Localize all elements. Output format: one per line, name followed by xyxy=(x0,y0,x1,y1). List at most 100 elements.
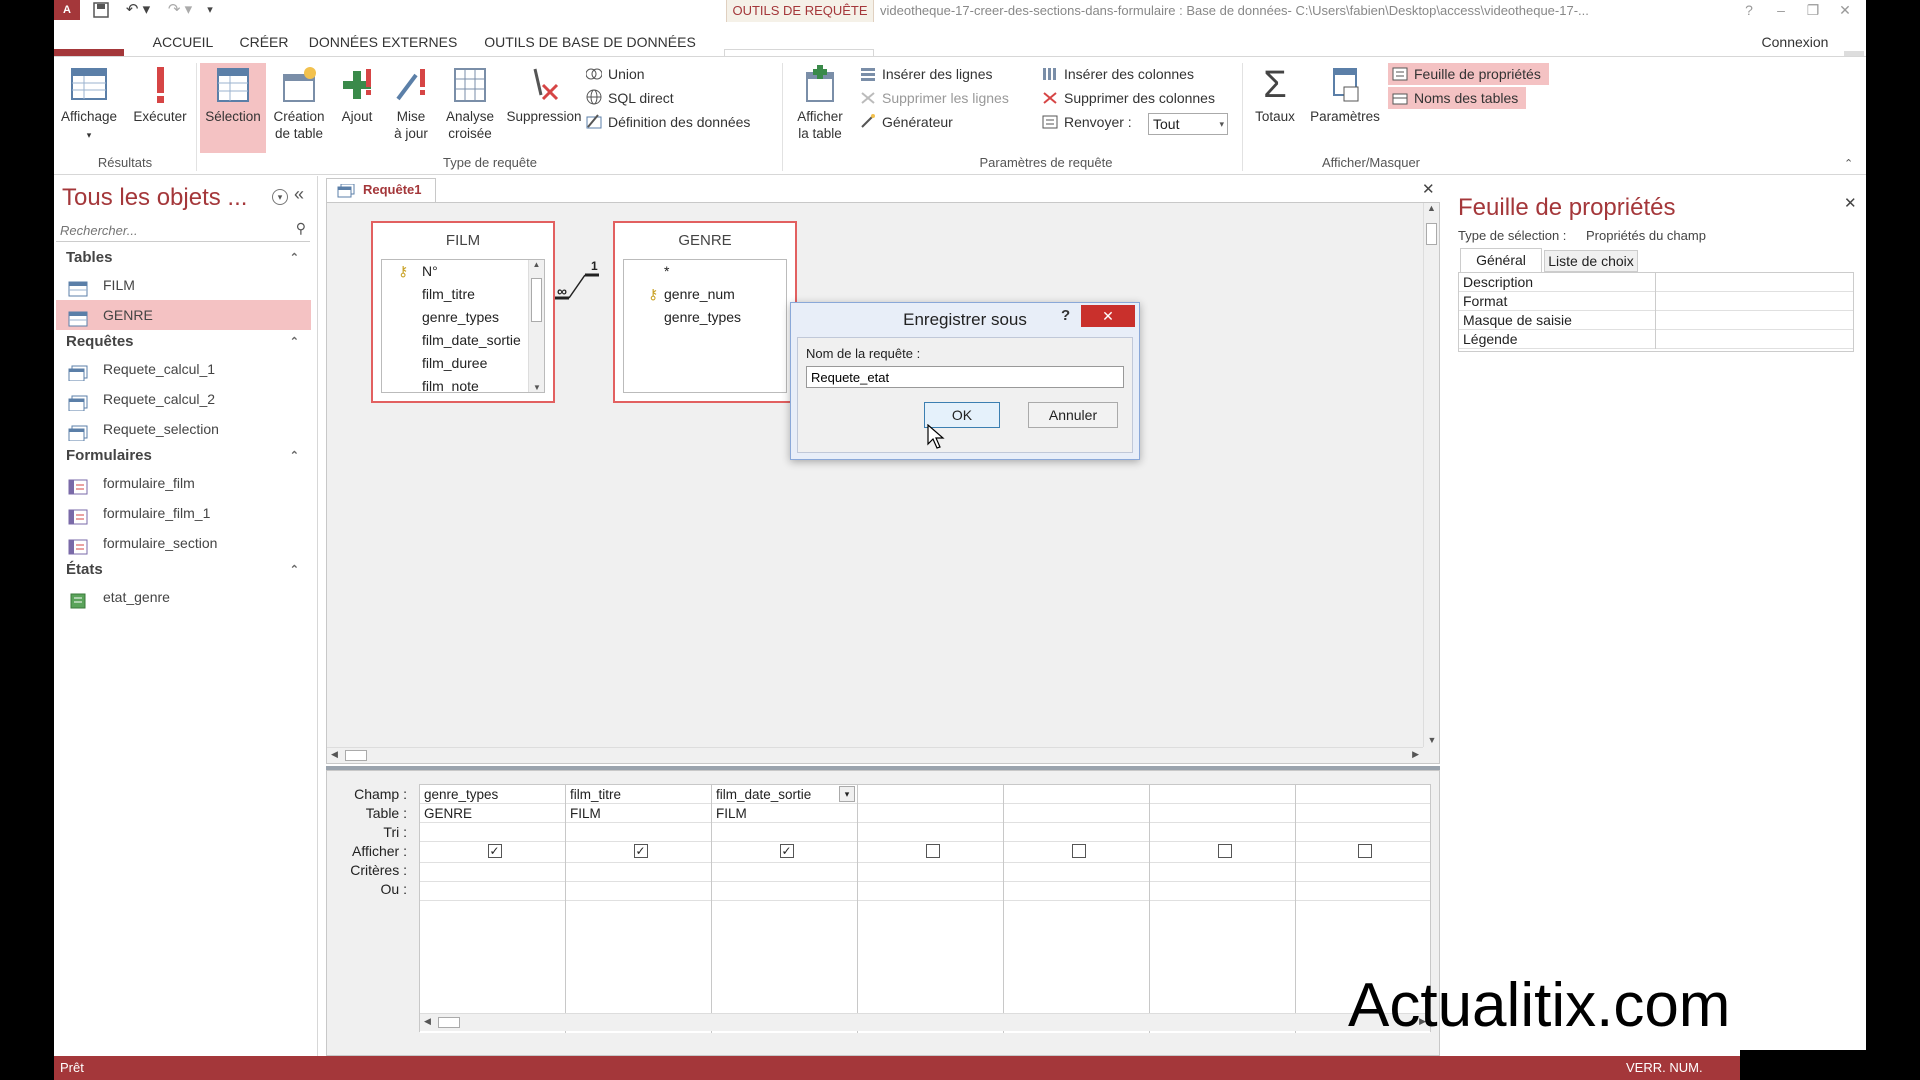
grid-cell-champ[interactable]: film_titre xyxy=(566,785,711,804)
grid-cell-ou[interactable] xyxy=(420,882,565,901)
dialog-help-icon[interactable]: ? xyxy=(1061,307,1070,324)
grid-cell-table[interactable] xyxy=(858,804,1003,823)
tab-creer[interactable]: CRÉER xyxy=(234,27,294,57)
tab-requete1[interactable]: Requête1 xyxy=(326,178,436,202)
supprimer-colonnes-button[interactable]: Supprimer des colonnes xyxy=(1042,87,1215,109)
nav-section-formulaires[interactable]: Formulaires ⌃ xyxy=(56,444,311,468)
definition-donnees-button[interactable]: Définition des données xyxy=(586,111,750,133)
grid-cell-tri[interactable] xyxy=(712,823,857,842)
afficher-checkbox[interactable] xyxy=(925,844,940,858)
horizontal-scrollbar[interactable]: ◀ ▶ xyxy=(327,747,1423,763)
scroll-up-icon[interactable]: ▲ xyxy=(1424,203,1439,213)
field-item[interactable]: film_date_sortie xyxy=(382,329,544,352)
grid-column[interactable] xyxy=(1150,785,1296,1033)
field-item[interactable]: film_duree xyxy=(382,352,544,375)
noms-tables-button[interactable]: Noms des tables xyxy=(1388,87,1527,109)
renvoyer-select[interactable]: Tout ▾ xyxy=(1148,113,1228,135)
grid-cell-tri[interactable] xyxy=(1004,823,1149,842)
grid-cell-table[interactable] xyxy=(1150,804,1295,823)
property-row[interactable]: Format xyxy=(1459,292,1853,311)
inserer-colonnes-button[interactable]: Insérer des colonnes xyxy=(1042,63,1194,85)
grid-cell-criteres[interactable] xyxy=(566,863,711,882)
help-icon[interactable]: ? xyxy=(1734,0,1764,20)
sign-in-link[interactable]: Connexion xyxy=(1750,27,1840,57)
afficher-checkbox[interactable] xyxy=(1217,844,1232,858)
chevron-down-icon[interactable]: ▾ xyxy=(839,786,855,802)
tab-outils-bdd[interactable]: OUTILS DE BASE DE DONNÉES xyxy=(468,27,712,57)
nav-menu-icon[interactable]: ▾ xyxy=(272,189,288,205)
grid-cell-ou[interactable] xyxy=(1150,882,1295,901)
nav-item-requete-selection[interactable]: Requete_selection xyxy=(56,414,311,444)
nav-title[interactable]: Tous les objets ... xyxy=(62,184,247,212)
save-icon[interactable] xyxy=(90,0,112,20)
union-button[interactable]: Union xyxy=(585,63,645,85)
affichage-button[interactable]: Affichage ▾ xyxy=(56,65,122,144)
grid-cell-ou[interactable] xyxy=(566,882,711,901)
field-item[interactable]: * xyxy=(624,260,786,283)
customize-qat-icon[interactable]: ▾ xyxy=(202,0,218,20)
grid-cell-ou[interactable] xyxy=(858,882,1003,901)
grid-cell-criteres[interactable] xyxy=(858,863,1003,882)
search-icon[interactable]: ⚲ xyxy=(296,220,306,237)
grid-column[interactable]: film_date_sortie ▾ FILM ✓ xyxy=(712,785,858,1033)
nav-item-formulaire-film-1[interactable]: formulaire_film_1 xyxy=(56,498,311,528)
scroll-down-icon[interactable]: ▼ xyxy=(1424,735,1440,745)
field-item[interactable]: ⚷ N° xyxy=(382,260,544,283)
afficher-checkbox[interactable] xyxy=(1071,844,1086,858)
grid-cell-tri[interactable] xyxy=(858,823,1003,842)
grid-cell-tri[interactable] xyxy=(1296,823,1430,842)
scroll-thumb[interactable] xyxy=(345,750,367,761)
grid-column[interactable]: film_titre FILM ✓ xyxy=(566,785,712,1033)
grid-cell-criteres[interactable] xyxy=(420,863,565,882)
dialog-close-button[interactable]: ✕ xyxy=(1081,305,1135,327)
table-box-film[interactable]: FILM ⚷ N° film_titre genre_types film_dat… xyxy=(371,221,555,403)
grid-cell-table[interactable] xyxy=(1296,804,1430,823)
parametres-button[interactable]: Paramètres xyxy=(1304,65,1386,125)
restore-icon[interactable]: ❐ xyxy=(1798,0,1828,20)
scroll-thumb[interactable] xyxy=(1426,223,1437,245)
grid-cell-criteres[interactable] xyxy=(1150,863,1295,882)
scroll-left-icon[interactable]: ◀ xyxy=(331,749,338,760)
nav-section-etats[interactable]: États ⌃ xyxy=(56,558,311,582)
field-item[interactable]: ⚷ genre_num xyxy=(624,283,786,306)
tab-accueil[interactable]: ACCUEIL xyxy=(142,27,224,57)
grid-horizontal-scrollbar[interactable]: ◀ ▶ xyxy=(420,1013,1430,1031)
field-item[interactable]: genre_types xyxy=(624,306,786,329)
generateur-button[interactable]: Générateur xyxy=(860,111,953,133)
close-window-icon[interactable]: ✕ xyxy=(1830,0,1860,20)
field-item[interactable]: film_note xyxy=(382,375,544,392)
nav-item-requete-calcul-2[interactable]: Requete_calcul_2 xyxy=(56,384,311,414)
scroll-thumb[interactable] xyxy=(438,1017,460,1028)
minimize-icon[interactable]: – xyxy=(1766,0,1796,20)
field-item[interactable]: film_titre xyxy=(382,283,544,306)
tab-liste-choix[interactable]: Liste de choix xyxy=(1544,250,1638,272)
totaux-button[interactable]: Σ Totaux xyxy=(1246,65,1304,125)
afficher-checkbox[interactable]: ✓ xyxy=(633,844,648,858)
selection-button[interactable]: Sélection xyxy=(200,65,266,125)
nav-search-input[interactable] xyxy=(56,220,276,240)
nav-section-requetes[interactable]: Requêtes ⌃ xyxy=(56,330,311,354)
tab-general[interactable]: Général xyxy=(1460,248,1542,272)
analyse-croisee-button[interactable]: Analyse croisée xyxy=(438,65,502,142)
vertical-scrollbar[interactable]: ▲ ▼ xyxy=(1423,203,1439,747)
field-item[interactable]: genre_types xyxy=(382,306,544,329)
nav-item-formulaire-section[interactable]: formulaire_section xyxy=(56,528,311,558)
nav-item-formulaire-film[interactable]: formulaire_film xyxy=(56,468,311,498)
nav-item-film[interactable]: FILM xyxy=(56,270,311,300)
scroll-right-icon[interactable]: ▶ xyxy=(1412,749,1419,760)
close-props-icon[interactable]: ✕ xyxy=(1844,194,1857,212)
grid-cell-criteres[interactable] xyxy=(712,863,857,882)
inserer-lignes-button[interactable]: Insérer des lignes xyxy=(860,63,993,85)
table-box-genre[interactable]: GENRE * ⚷ genre_num genre_types xyxy=(613,221,797,403)
nav-item-genre[interactable]: GENRE xyxy=(56,300,311,330)
grid-cell-table[interactable] xyxy=(1004,804,1149,823)
feuille-proprietes-button[interactable]: Feuille de propriétés xyxy=(1388,63,1549,85)
grid-column[interactable]: genre_types GENRE ✓ xyxy=(420,785,566,1033)
nav-item-requete-calcul-1[interactable]: Requete_calcul_1 xyxy=(56,354,311,384)
afficher-checkbox[interactable]: ✓ xyxy=(487,844,502,858)
mise-a-jour-button[interactable]: Mise à jour xyxy=(384,65,438,142)
undo-icon[interactable]: ↶ ▾ xyxy=(120,0,156,20)
tab-donnees-externes[interactable]: DONNÉES EXTERNES xyxy=(308,27,458,57)
creation-table-button[interactable]: Création de table xyxy=(266,65,332,142)
property-row[interactable]: Description xyxy=(1459,273,1853,292)
